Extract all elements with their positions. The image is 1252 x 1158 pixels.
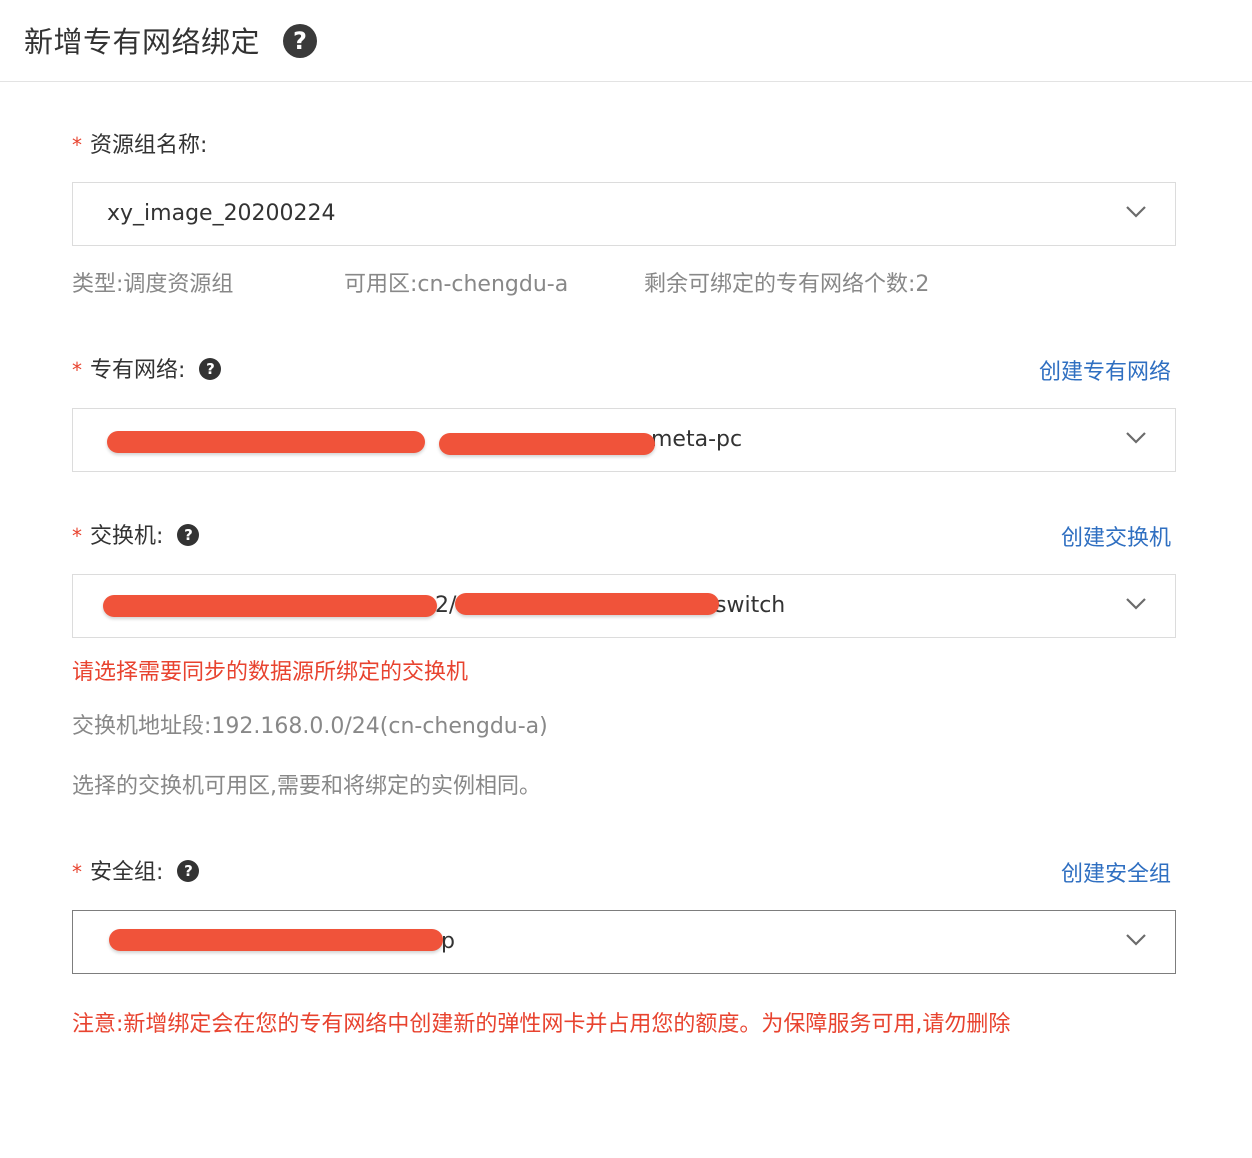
question-circle-icon[interactable]: ? [199, 358, 222, 380]
vswitch-select[interactable]: 2/ switch [72, 574, 1176, 638]
redaction-mark [439, 433, 655, 455]
vpc-select[interactable]: meta-pc [72, 408, 1176, 472]
redaction-mark [103, 595, 437, 617]
redaction-mark [107, 431, 425, 453]
required-mark: * [72, 860, 82, 884]
chevron-down-icon [1126, 598, 1146, 610]
resource-group-value: xy_image_20200224 [107, 201, 336, 226]
vswitch-label: * 交换机:? [72, 521, 200, 552]
vpc-label: * 专有网络:? [72, 355, 222, 386]
question-circle-icon[interactable]: ? [177, 860, 200, 882]
redaction-mark [455, 593, 719, 615]
page-title: 新增专有网络绑定 [24, 25, 261, 59]
create-security-group-link[interactable]: 创建安全组 [1061, 860, 1171, 890]
resource-group-label: * 资源组名称: [72, 133, 208, 158]
vswitch-value: switch [715, 593, 786, 618]
vswitch-cidr: 交换机地址段:192.168.0.0/24(cn-chengdu-a) [72, 714, 548, 739]
required-mark: * [72, 358, 82, 382]
create-vswitch-link[interactable]: 创建交换机 [1061, 524, 1171, 554]
chevron-down-icon [1126, 206, 1146, 218]
question-circle-icon[interactable]: ? [177, 524, 200, 546]
vswitch-hint: 选择的交换机可用区,需要和将绑定的实例相同。 [72, 774, 541, 799]
create-vpc-link[interactable]: 创建专有网络 [1039, 358, 1171, 388]
vswitch-value-fragment: 2/ [435, 593, 457, 618]
chevron-down-icon [1126, 432, 1146, 444]
security-group-value: p [441, 929, 455, 954]
resource-group-type: 类型:调度资源组 [72, 272, 234, 297]
required-mark: * [72, 133, 82, 157]
resource-group-zone: 可用区:cn-chengdu-a [344, 272, 569, 297]
vswitch-error-message: 请选择需要同步的数据源所绑定的交换机 [72, 660, 469, 685]
security-group-select[interactable]: p [72, 910, 1176, 974]
question-circle-icon[interactable]: ? [283, 24, 317, 58]
notice-message: 注意:新增绑定会在您的专有网络中创建新的弹性网卡并占用您的额度。为保障服务可用,… [72, 1012, 1011, 1037]
dialog-header: 新增专有网络绑定 ? [0, 0, 1252, 82]
redaction-mark [109, 929, 443, 951]
vpc-value: meta-pc [651, 427, 743, 452]
resource-group-select[interactable]: xy_image_20200224 [72, 182, 1176, 246]
chevron-down-icon [1126, 934, 1146, 946]
required-mark: * [72, 524, 82, 548]
security-group-label: * 安全组:? [72, 857, 200, 888]
remaining-vpc-count: 剩余可绑定的专有网络个数:2 [644, 272, 930, 297]
